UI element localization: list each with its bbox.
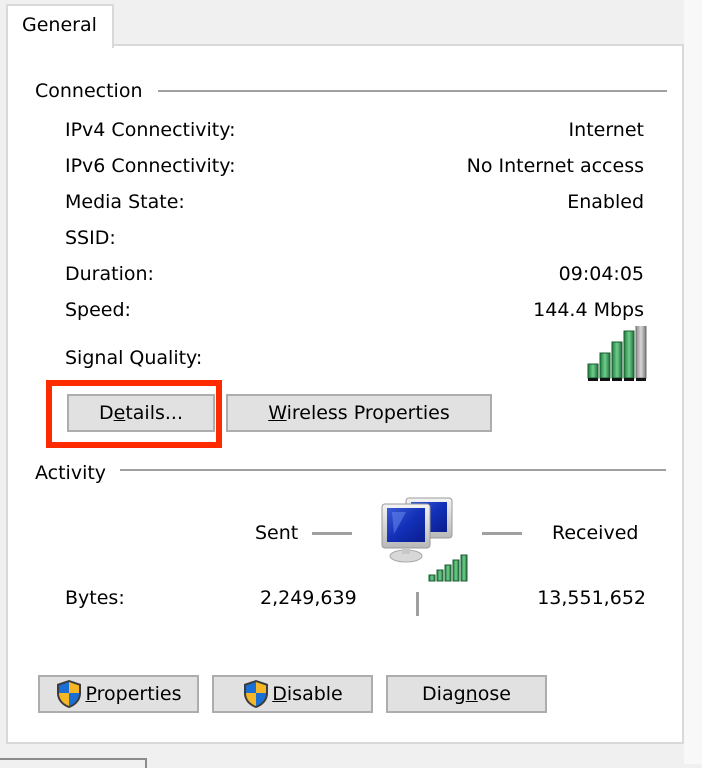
network-computers-icon bbox=[381, 497, 468, 582]
diagnose-button[interactable]: Diagnose bbox=[386, 675, 547, 713]
signal-bar bbox=[587, 363, 599, 379]
signal-bar-base bbox=[612, 378, 622, 381]
mini-signal-bar bbox=[460, 554, 468, 582]
uac-shield-icon bbox=[57, 680, 82, 708]
speed-label: Speed: bbox=[65, 299, 131, 321]
signal-bar-base bbox=[588, 378, 598, 381]
details-button-label: Details... bbox=[98, 402, 183, 424]
mini-signal-bar bbox=[444, 564, 452, 582]
signal-bar-base bbox=[600, 378, 610, 381]
properties-button-label: Properties bbox=[85, 683, 182, 705]
signal-strength-icon bbox=[587, 326, 647, 381]
signal-bar bbox=[635, 326, 647, 379]
received-line bbox=[482, 532, 522, 535]
connection-divider bbox=[158, 90, 667, 92]
ipv4-value: Internet bbox=[568, 119, 644, 141]
properties-button[interactable]: Properties bbox=[38, 675, 199, 713]
duration-label: Duration: bbox=[65, 263, 154, 285]
bytes-label: Bytes: bbox=[65, 587, 125, 609]
disable-button-label: Disable bbox=[272, 683, 343, 705]
signal-quality-label: Signal Quality: bbox=[65, 347, 203, 369]
wireless-properties-button-label: Wireless Properties bbox=[268, 402, 450, 424]
mini-signal-bar bbox=[428, 574, 436, 582]
sent-label: Sent bbox=[255, 522, 299, 544]
bytes-sent-value: 2,249,639 bbox=[260, 587, 357, 609]
speed-value: 144.4 Mbps bbox=[533, 299, 644, 321]
window-edge bbox=[684, 0, 702, 764]
signal-bar-base bbox=[636, 378, 646, 381]
disable-button[interactable]: Disable bbox=[212, 675, 373, 713]
signal-bar bbox=[611, 341, 623, 379]
uac-shield-icon bbox=[244, 680, 269, 708]
sent-line bbox=[312, 532, 352, 535]
mini-signal-bar bbox=[452, 559, 460, 582]
ipv4-label: IPv4 Connectivity: bbox=[65, 119, 236, 141]
wireless-properties-button[interactable]: Wireless Properties bbox=[226, 394, 492, 432]
signal-bar-base bbox=[624, 378, 634, 381]
duration-value: 09:04:05 bbox=[558, 263, 644, 285]
signal-bar bbox=[599, 352, 611, 379]
mini-signal-bar bbox=[436, 569, 444, 582]
tab-general[interactable]: General bbox=[6, 4, 114, 48]
media-state-label: Media State: bbox=[65, 191, 185, 213]
details-button[interactable]: Details... bbox=[67, 394, 215, 432]
connection-group-title: Connection bbox=[35, 80, 143, 102]
activity-divider bbox=[120, 469, 666, 471]
received-label: Received bbox=[552, 522, 639, 544]
tab-general-label: General bbox=[22, 14, 97, 36]
media-state-value: Enabled bbox=[567, 191, 644, 213]
ipv6-label: IPv6 Connectivity: bbox=[65, 155, 236, 177]
underlying-window-edge bbox=[0, 758, 147, 768]
ssid-label: SSID: bbox=[65, 227, 116, 249]
diagnose-button-label: Diagnose bbox=[422, 683, 511, 705]
ipv6-value: No Internet access bbox=[466, 155, 644, 177]
signal-bar bbox=[623, 330, 635, 379]
activity-center-line bbox=[416, 592, 419, 616]
bytes-received-value: 13,551,652 bbox=[537, 587, 646, 609]
activity-group-title: Activity bbox=[35, 462, 107, 484]
